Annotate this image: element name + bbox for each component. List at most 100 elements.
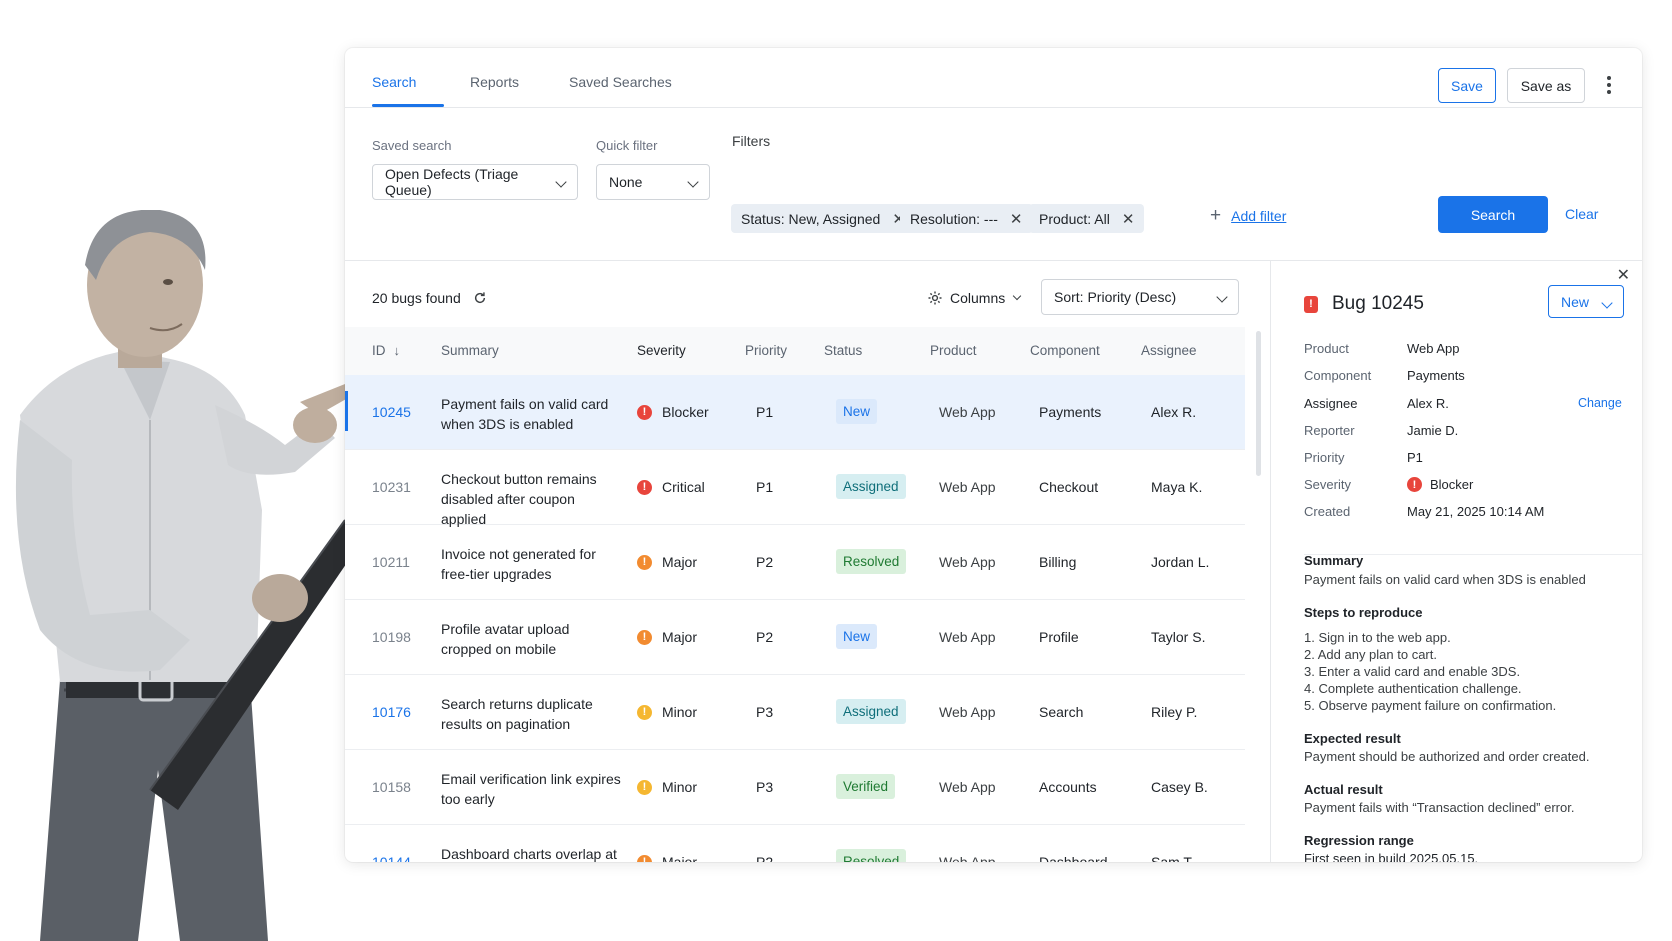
status-badge: Resolved — [836, 849, 907, 862]
tab-saved-searches[interactable]: Saved Searches — [569, 74, 672, 90]
tab-search[interactable]: Search — [372, 74, 416, 90]
component-value: Accounts — [1039, 779, 1097, 795]
assignee-value: Riley P. — [1151, 704, 1198, 720]
filters-label: Filters — [732, 133, 771, 149]
quick-filter-label: Quick filter — [596, 138, 658, 153]
close-icon[interactable]: ✕ — [1617, 265, 1630, 285]
bug-id-link[interactable]: 10158 — [372, 779, 411, 795]
priority-value: P3 — [756, 779, 774, 795]
bug-summary: Payment fails on valid card when 3DS is … — [441, 396, 609, 432]
filter-chip-resolution[interactable]: Resolution: --- ✕ — [900, 204, 1033, 233]
bug-id-link[interactable]: 10144 — [372, 854, 411, 862]
tab-bar: Search Reports Saved Searches Save Save … — [345, 48, 1642, 108]
product-value: Web App — [939, 854, 996, 862]
column-header-priority[interactable]: Priority — [745, 343, 787, 358]
saved-search-select[interactable]: Open Defects (Triage Queue) — [372, 164, 578, 200]
table-row[interactable]: 10231 Checkout button remains disabled a… — [345, 450, 1245, 527]
bug-tracker-window: Search Reports Saved Searches Save Save … — [345, 48, 1642, 862]
bug-icon: ! — [1304, 295, 1318, 313]
severity-label: Critical — [662, 479, 705, 495]
expected-text: Payment should be authorized and order c… — [1304, 749, 1590, 764]
bug-id-link[interactable]: 10176 — [372, 704, 411, 720]
add-filter-link[interactable]: + Add filter — [1210, 206, 1286, 225]
table-row[interactable]: 10198 Profile avatar upload cropped on m… — [345, 600, 1245, 675]
column-header-severity[interactable]: Severity — [637, 343, 686, 358]
search-button[interactable]: Search — [1438, 196, 1548, 233]
bug-summary: Checkout button remains disabled after c… — [441, 471, 597, 527]
bug-id-link[interactable]: 10245 — [372, 404, 411, 420]
close-icon[interactable]: ✕ — [1010, 210, 1023, 228]
table-row[interactable]: 10211 Invoice not generated for free-tie… — [345, 525, 1245, 600]
assignee-value: Alex R. — [1151, 404, 1197, 420]
filter-chip-status[interactable]: Status: New, Assigned ✕ — [731, 204, 915, 233]
close-icon[interactable]: ✕ — [1122, 210, 1135, 228]
column-header-id-label: ID — [372, 343, 386, 358]
column-header-product[interactable]: Product — [930, 343, 977, 358]
field-label: Created — [1304, 504, 1351, 519]
person-with-clipboard-illustration — [15, 210, 368, 941]
status-badge: Assigned — [836, 699, 906, 724]
table-row[interactable]: 10176 Search returns duplicate results o… — [345, 675, 1245, 750]
severity-alert-icon: ! — [637, 779, 652, 795]
tab-reports[interactable]: Reports — [470, 74, 519, 90]
bug-id-link[interactable]: 10231 — [372, 479, 411, 495]
bug-summary: Profile avatar upload cropped on mobile — [441, 621, 570, 657]
step-item: 2. Add any plan to cart. — [1304, 647, 1437, 662]
status-select-value: New — [1561, 293, 1590, 310]
severity-label: Major — [662, 554, 698, 570]
table-row[interactable]: 10158 Email verification link expires to… — [345, 750, 1245, 825]
column-header-id[interactable]: ID ↓ — [372, 343, 400, 358]
status-badge: New — [836, 624, 878, 649]
column-header-summary[interactable]: Summary — [441, 343, 499, 358]
more-options-icon[interactable] — [1597, 73, 1621, 99]
refresh-icon[interactable] — [473, 291, 487, 305]
status-select[interactable]: New — [1548, 285, 1624, 318]
table-scrollbar[interactable] — [1256, 331, 1261, 476]
expected-heading: Expected result — [1304, 731, 1401, 746]
filter-chip-label: Status: New, Assigned — [741, 210, 881, 227]
quick-filter-value: None — [609, 174, 643, 190]
field-value: ! Blocker — [1407, 477, 1473, 492]
sort-select[interactable]: Sort: Priority (Desc) — [1041, 279, 1239, 315]
change-assignee-link[interactable]: Change — [1578, 396, 1622, 410]
bug-summary: Search returns duplicate results on pagi… — [441, 696, 593, 732]
column-header-assignee[interactable]: Assignee — [1141, 343, 1197, 358]
summary-heading: Summary — [1304, 553, 1364, 568]
chevron-down-icon — [1216, 291, 1228, 303]
filter-bar: Saved search Open Defects (Triage Queue)… — [345, 108, 1642, 261]
results-count-label: 20 bugs found — [372, 290, 461, 306]
component-value: Dashboard — [1039, 854, 1108, 862]
component-value: Search — [1039, 704, 1084, 720]
columns-menu-button[interactable]: Columns — [927, 290, 1022, 306]
severity-label: Minor — [662, 779, 698, 795]
product-value: Web App — [939, 629, 996, 645]
product-value: Web App — [939, 554, 996, 570]
save-as-button[interactable]: Save as — [1507, 68, 1585, 103]
severity-cell: ! Minor — [637, 779, 697, 795]
bug-title-label: Bug 10245 — [1332, 293, 1424, 314]
bug-id-link[interactable]: 10198 — [372, 629, 411, 645]
quick-filter-select[interactable]: None — [596, 164, 710, 200]
results-pane: 20 bugs found Columns Sort: Priority (De… — [345, 261, 1270, 862]
bug-summary: Invoice not generated for free-tier upgr… — [441, 546, 596, 582]
save-button[interactable]: Save — [1438, 68, 1496, 103]
assignee-value: Jordan L. — [1151, 554, 1210, 570]
field-label: Severity — [1304, 477, 1351, 492]
clear-link[interactable]: Clear — [1565, 206, 1598, 222]
regression-heading: Regression range — [1304, 833, 1414, 848]
actual-text: Payment fails with “Transaction declined… — [1304, 800, 1575, 815]
severity-label: Minor — [662, 704, 698, 720]
step-item: 4. Complete authentication challenge. — [1304, 681, 1522, 696]
column-header-component[interactable]: Component — [1030, 343, 1100, 358]
step-item: 5. Observe payment failure on confirmati… — [1304, 698, 1557, 713]
bug-id-link[interactable]: 10211 — [372, 554, 410, 570]
status-badge: Resolved — [836, 549, 907, 574]
table-row[interactable]: 10245 Payment fails on valid card when 3… — [345, 375, 1245, 450]
field-value: Web App — [1407, 341, 1460, 356]
table-row[interactable]: 10144 Dashboard charts overlap at 1024px… — [345, 825, 1245, 862]
column-header-status[interactable]: Status — [824, 343, 862, 358]
regression-text: First seen in build 2025.05.15. — [1304, 851, 1479, 862]
severity-cell: ! Major — [637, 554, 697, 570]
filter-chip-product[interactable]: Product: All ✕ — [1029, 204, 1145, 233]
gear-icon — [928, 291, 942, 305]
